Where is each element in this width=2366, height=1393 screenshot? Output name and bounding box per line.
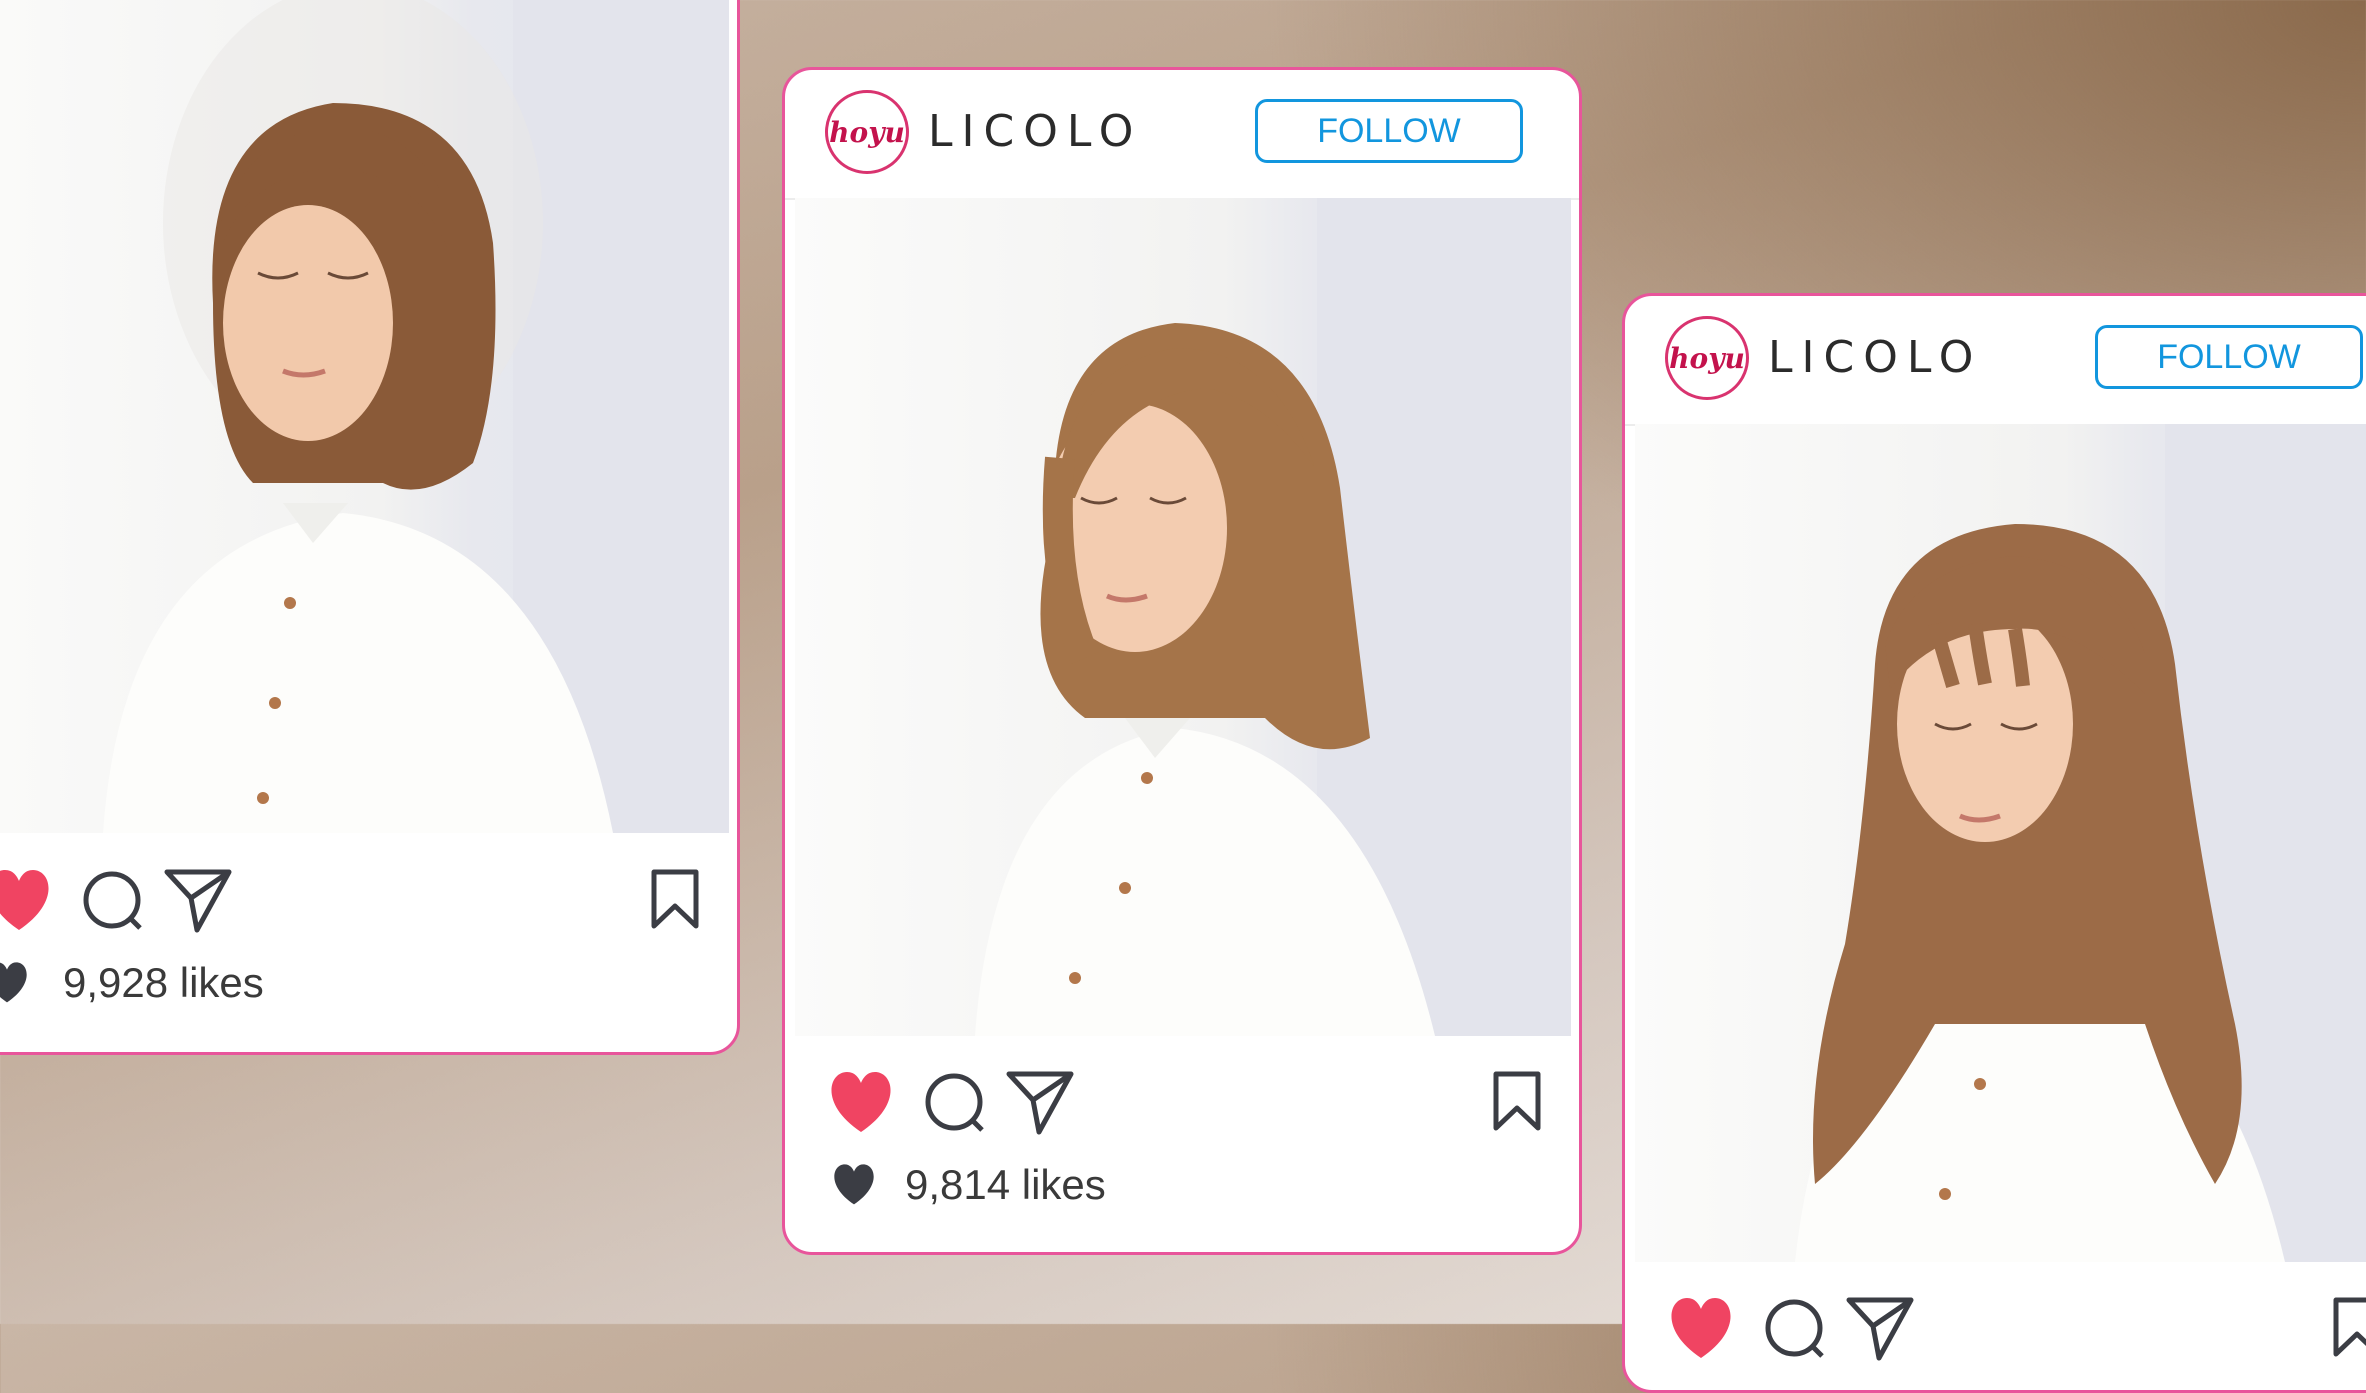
comment-icon[interactable] — [922, 1070, 988, 1141]
post-action-bar — [1625, 1296, 2366, 1386]
likes-row: 9,814 likes — [785, 1155, 1579, 1215]
post-action-bar — [785, 1070, 1579, 1160]
post-header: hoyu LICOLO FOLLOW — [1625, 296, 2366, 426]
post-card-left: 9,928 likes — [0, 0, 740, 1055]
likes-count: 9,814 likes — [905, 1161, 1106, 1208]
small-heart-icon — [830, 1163, 878, 1212]
model-photo-medium — [975, 198, 1571, 1036]
send-icon[interactable] — [1845, 1296, 1915, 1367]
hoyu-logo[interactable]: hoyu — [825, 90, 909, 174]
heart-icon[interactable] — [1665, 1296, 1737, 1367]
post-card-right: hoyu LICOLO FOLLOW — [1622, 293, 2366, 1393]
post-action-bar — [0, 868, 737, 958]
comment-icon[interactable] — [80, 868, 146, 939]
model-photo-long — [1795, 424, 2366, 1262]
post-photo[interactable] — [795, 198, 1571, 1036]
follow-button[interactable]: FOLLOW — [2095, 325, 2363, 389]
heart-icon[interactable] — [0, 868, 55, 939]
follow-button[interactable]: FOLLOW — [1255, 99, 1523, 163]
hoyu-logo-text: hoyu — [829, 115, 905, 149]
post-photo[interactable] — [0, 0, 729, 833]
send-icon[interactable] — [1005, 1070, 1075, 1141]
bookmark-icon[interactable] — [1492, 1070, 1542, 1137]
likes-row: 9,928 likes — [0, 953, 737, 1013]
account-name[interactable]: LICOLO — [1768, 332, 1982, 383]
small-heart-icon — [0, 961, 31, 1010]
account-name[interactable]: LICOLO — [928, 106, 1142, 157]
post-header: hoyu LICOLO FOLLOW — [785, 70, 1579, 200]
comment-icon[interactable] — [1762, 1296, 1828, 1367]
hoyu-logo-text: hoyu — [1669, 341, 1745, 375]
heart-icon[interactable] — [825, 1070, 897, 1141]
likes-count: 9,928 likes — [63, 959, 264, 1006]
post-photo[interactable] — [1635, 424, 2366, 1262]
bookmark-icon[interactable] — [2332, 1296, 2366, 1363]
bookmark-icon[interactable] — [650, 868, 700, 935]
hoyu-logo[interactable]: hoyu — [1665, 316, 1749, 400]
model-photo-bob — [103, 0, 729, 833]
post-card-middle: hoyu LICOLO FOLLOW 9,814 likes — [782, 67, 1582, 1255]
send-icon[interactable] — [163, 868, 233, 939]
